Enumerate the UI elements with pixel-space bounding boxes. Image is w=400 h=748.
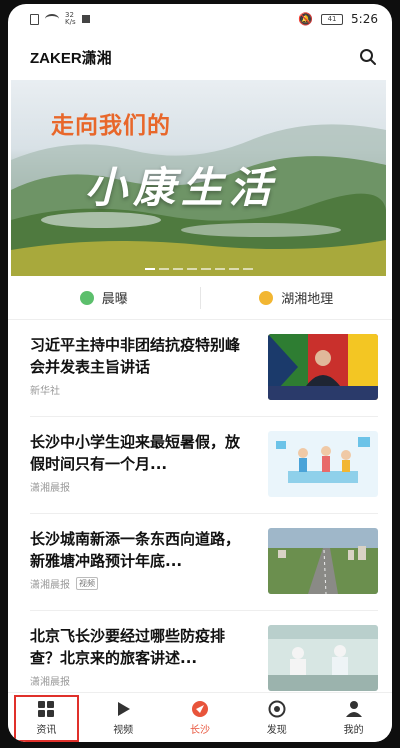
news-feed: 习近平主持中非团结抗疫特别峰会并发表主旨讲话 新华社 长沙中小学生迎来最短暑假，… xyxy=(8,320,392,708)
hero-banner[interactable]: 走向我们的 小康生活 xyxy=(11,80,386,276)
bottom-tab-bar: 资讯 视频 长沙 发现 我的 xyxy=(8,692,392,742)
sim-icon xyxy=(30,13,39,25)
news-item[interactable]: 习近平主持中非团结抗疫特别峰会并发表主旨讲话 新华社 xyxy=(30,320,378,417)
search-icon xyxy=(360,49,376,65)
play-icon xyxy=(118,701,131,716)
banner-slogan: 小康生活 xyxy=(85,163,278,212)
news-thumbnail xyxy=(268,431,378,497)
compass-icon xyxy=(191,700,208,717)
carousel-dot xyxy=(200,268,211,270)
banner-headline: 走向我们的 xyxy=(51,112,171,138)
clock: 5:26 xyxy=(351,12,378,26)
battery-icon: 41 xyxy=(321,13,344,25)
news-title: 北京飞长沙要经过哪些防疫排查？北京来的旅客讲述... xyxy=(30,627,226,667)
eye-icon xyxy=(268,700,286,717)
carousel-dot xyxy=(242,268,253,270)
leaf-icon xyxy=(79,290,94,305)
status-bar: 32 K/s 🔕 41 5:26 xyxy=(8,4,392,34)
carousel-dot xyxy=(228,268,239,270)
phone-screen: 32 K/s 🔕 41 5:26 ZAKER潇湘 走向我们的 小康生活 晨曝 湖… xyxy=(8,4,392,742)
notification-icon xyxy=(81,15,90,23)
tab-discover[interactable]: 发现 xyxy=(238,693,315,742)
search-button[interactable] xyxy=(358,47,378,67)
tab-label: 长沙 xyxy=(189,724,210,736)
news-title: 长沙城南新添一条东西向道路，新雅塘冲路预计年底... xyxy=(30,530,241,570)
news-item[interactable]: 长沙城南新添一条东西向道路，新雅塘冲路预计年底... 潇湘晨报 视频 xyxy=(30,514,378,611)
wifi-icon xyxy=(45,14,59,24)
network-speed-unit: K/s xyxy=(65,18,76,26)
news-source: 潇湘晨报 xyxy=(30,483,70,494)
carousel-dot xyxy=(186,268,197,270)
grid-icon xyxy=(38,700,55,717)
app-title: ZAKER潇湘 xyxy=(30,49,112,67)
video-tag: 视频 xyxy=(76,577,98,590)
app-header: ZAKER潇湘 xyxy=(8,34,392,80)
channel-label: 湖湘地理 xyxy=(281,292,334,307)
news-item[interactable]: 长沙中小学生迎来最短暑假，放假时间只有一个月... 潇湘晨报 xyxy=(30,417,378,514)
tab-label: 我的 xyxy=(343,724,364,736)
network-speed: 32 K/s xyxy=(65,12,76,26)
carousel-indicator xyxy=(11,268,386,270)
carousel-dot xyxy=(144,268,155,270)
tab-changsha[interactable]: 长沙 xyxy=(162,693,239,742)
tab-mine[interactable]: 我的 xyxy=(315,693,392,742)
news-source: 潇湘晨报 xyxy=(30,580,70,591)
smile-icon xyxy=(259,290,274,305)
channel-shortcuts: 晨曝 湖湘地理 xyxy=(8,276,392,320)
carousel-dot xyxy=(214,268,225,270)
carousel-dot xyxy=(158,268,169,270)
channel-label: 晨曝 xyxy=(101,292,128,307)
news-source: 新华社 xyxy=(30,386,60,397)
tab-label: 资讯 xyxy=(36,724,57,736)
tab-video[interactable]: 视频 xyxy=(85,693,162,742)
news-thumbnail xyxy=(268,334,378,400)
news-title: 习近平主持中非团结抗疫特别峰会并发表主旨讲话 xyxy=(30,336,241,376)
channel-morning-news[interactable]: 晨曝 xyxy=(8,288,200,307)
channel-hunan-geography[interactable]: 湖湘地理 xyxy=(201,288,393,307)
mute-icon: 🔕 xyxy=(298,12,314,26)
tab-label: 发现 xyxy=(266,724,287,736)
carousel-dot xyxy=(172,268,183,270)
news-thumbnail xyxy=(268,528,378,594)
news-title: 长沙中小学生迎来最短暑假，放假时间只有一个月... xyxy=(30,433,241,473)
tab-label: 视频 xyxy=(113,724,134,736)
news-source: 潇湘晨报 xyxy=(30,677,70,688)
tab-news[interactable]: 资讯 xyxy=(8,693,85,742)
user-icon xyxy=(345,700,362,717)
news-thumbnail xyxy=(268,625,378,691)
